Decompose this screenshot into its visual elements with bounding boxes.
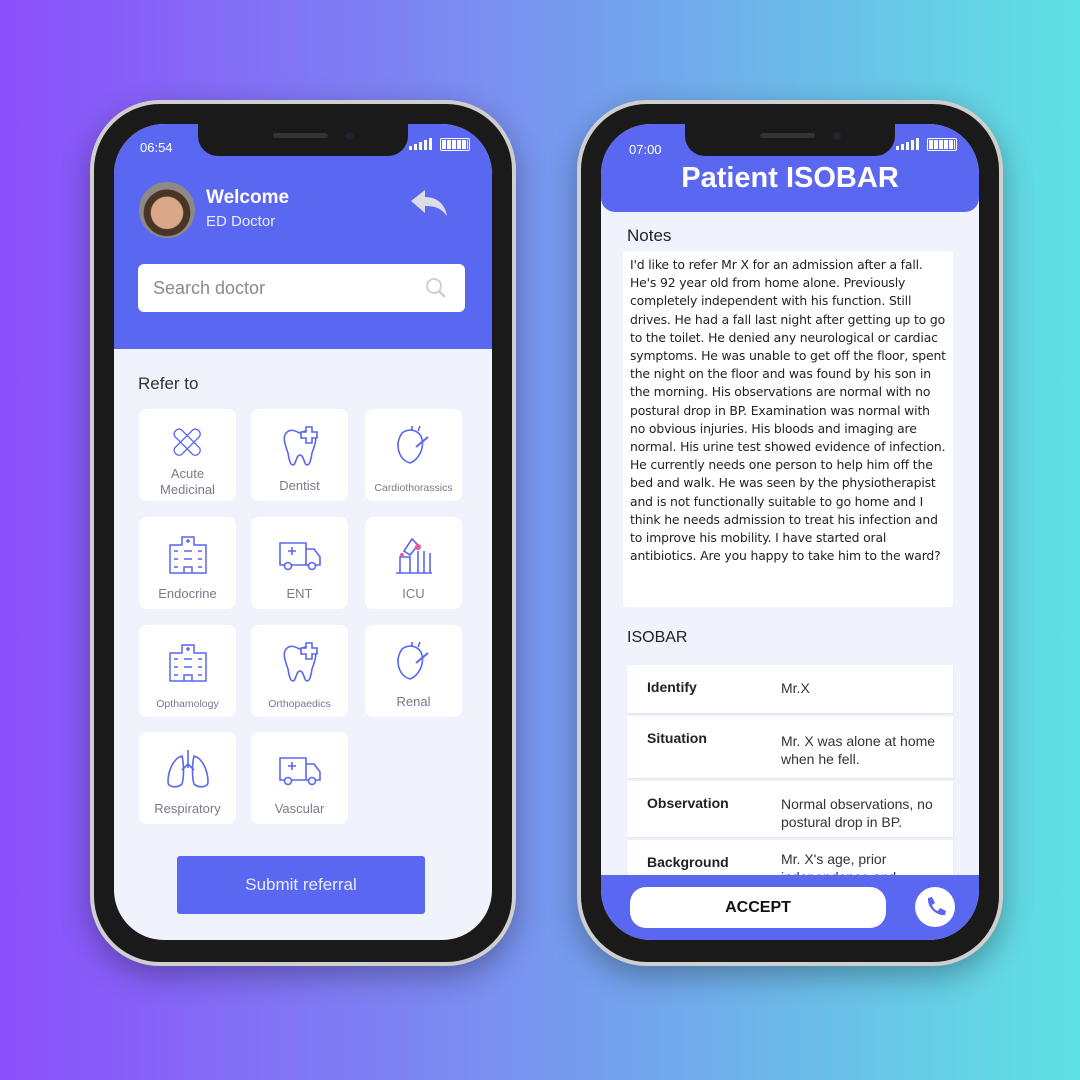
- right-phone: 07:00 Patient ISOBAR Notes I'd like to r…: [577, 100, 1003, 966]
- search-icon[interactable]: [425, 277, 447, 299]
- avatar: [139, 182, 195, 238]
- specialty-label: Dentist: [279, 478, 320, 493]
- heart-icon: [396, 425, 429, 464]
- specialty-card[interactable]: ENT: [251, 517, 348, 609]
- user-role: ED Doctor: [206, 213, 276, 230]
- isobar-value: Normal observations, no postural drop in…: [781, 796, 933, 830]
- page-title: Patient ISOBAR: [681, 162, 899, 194]
- specialty-card[interactable]: Acute Medicinal: [139, 409, 236, 501]
- ambulance-icon: [278, 757, 321, 786]
- status-time: 06:54: [140, 140, 173, 155]
- specialty-label: Renal: [396, 694, 431, 709]
- notch: [198, 124, 408, 156]
- isobar-label: ISOBAR: [627, 629, 688, 646]
- battery-icon: [927, 138, 957, 151]
- isobar-row: Observation Normal observations, no postu…: [627, 781, 953, 837]
- specialty-card[interactable]: Cardiothorassics: [365, 409, 462, 501]
- isobar-key: Identify: [647, 679, 697, 695]
- phone-icon: [927, 897, 946, 916]
- specialty-label: Endocrine: [158, 586, 217, 601]
- specialty-card[interactable]: Renal: [365, 625, 462, 717]
- search-input[interactable]: Search doctor: [138, 264, 465, 312]
- specialty-card[interactable]: Opthamology: [139, 625, 236, 717]
- signal-icon: [896, 138, 919, 150]
- isobar-key: Observation: [647, 795, 729, 811]
- notch: [685, 124, 895, 156]
- back-arrow-icon[interactable]: [409, 188, 449, 218]
- specialty-label: ICU: [402, 586, 425, 601]
- specialty-label: Acute Medicinal: [160, 466, 215, 497]
- isobar-key: Background: [647, 854, 729, 870]
- call-button[interactable]: [915, 887, 955, 927]
- notes-box: I'd like to refer Mr X for an admission …: [623, 251, 953, 607]
- bandage-icon: [173, 428, 201, 456]
- specialty-card[interactable]: ICU: [365, 517, 462, 609]
- lungs-icon: [166, 750, 209, 788]
- specialty-label: Orthopaedics: [268, 698, 331, 710]
- specialty-label: Respiratory: [154, 801, 221, 816]
- isobar-key: Situation: [647, 730, 707, 746]
- notes-text: I'd like to refer Mr X for an admission …: [630, 257, 946, 564]
- specialty-card[interactable]: Vascular: [251, 732, 348, 824]
- status-time: 07:00: [629, 142, 662, 157]
- isobar-row: Situation Mr. X was alone at home when he…: [627, 716, 953, 778]
- specialty-label: ENT: [286, 586, 313, 601]
- specialty-label: Opthamology: [156, 698, 219, 710]
- specialty-card[interactable]: Dentist: [251, 409, 348, 501]
- specialty-label: Vascular: [274, 801, 325, 816]
- refer-to-label: Refer to: [138, 374, 199, 393]
- left-phone: 06:54 Welcome ED Doctor Search doctor Re…: [90, 100, 516, 966]
- referral-screen: 06:54 Welcome ED Doctor Search doctor Re…: [114, 124, 492, 940]
- isobar-value: Mr.X: [781, 680, 810, 696]
- search-placeholder: Search doctor: [153, 278, 266, 298]
- specialty-label: Cardiothorassics: [374, 482, 453, 494]
- battery-icon: [440, 138, 470, 151]
- specialty-card[interactable]: Respiratory: [139, 732, 236, 824]
- isobar-row: Identify Mr.X: [627, 665, 953, 713]
- ambulance-icon: [278, 542, 321, 571]
- heart-icon: [396, 641, 429, 680]
- specialty-card[interactable]: Orthopaedics: [251, 625, 348, 717]
- tooth-icon: [283, 426, 318, 466]
- hospital-icon: [168, 536, 207, 574]
- lab-icon: [395, 537, 432, 574]
- submit-referral-button[interactable]: Submit referral: [177, 856, 425, 914]
- isobar-value: Mr. X was alone at home when he fell.: [781, 733, 936, 767]
- specialty-card[interactable]: Endocrine: [139, 517, 236, 609]
- welcome-title: Welcome: [206, 187, 290, 208]
- signal-icon: [409, 138, 432, 150]
- accept-button[interactable]: ACCEPT: [630, 887, 886, 928]
- tooth-icon: [283, 642, 318, 682]
- notes-label: Notes: [627, 226, 672, 245]
- hospital-icon: [168, 644, 207, 682]
- isobar-screen: 07:00 Patient ISOBAR Notes I'd like to r…: [601, 124, 979, 940]
